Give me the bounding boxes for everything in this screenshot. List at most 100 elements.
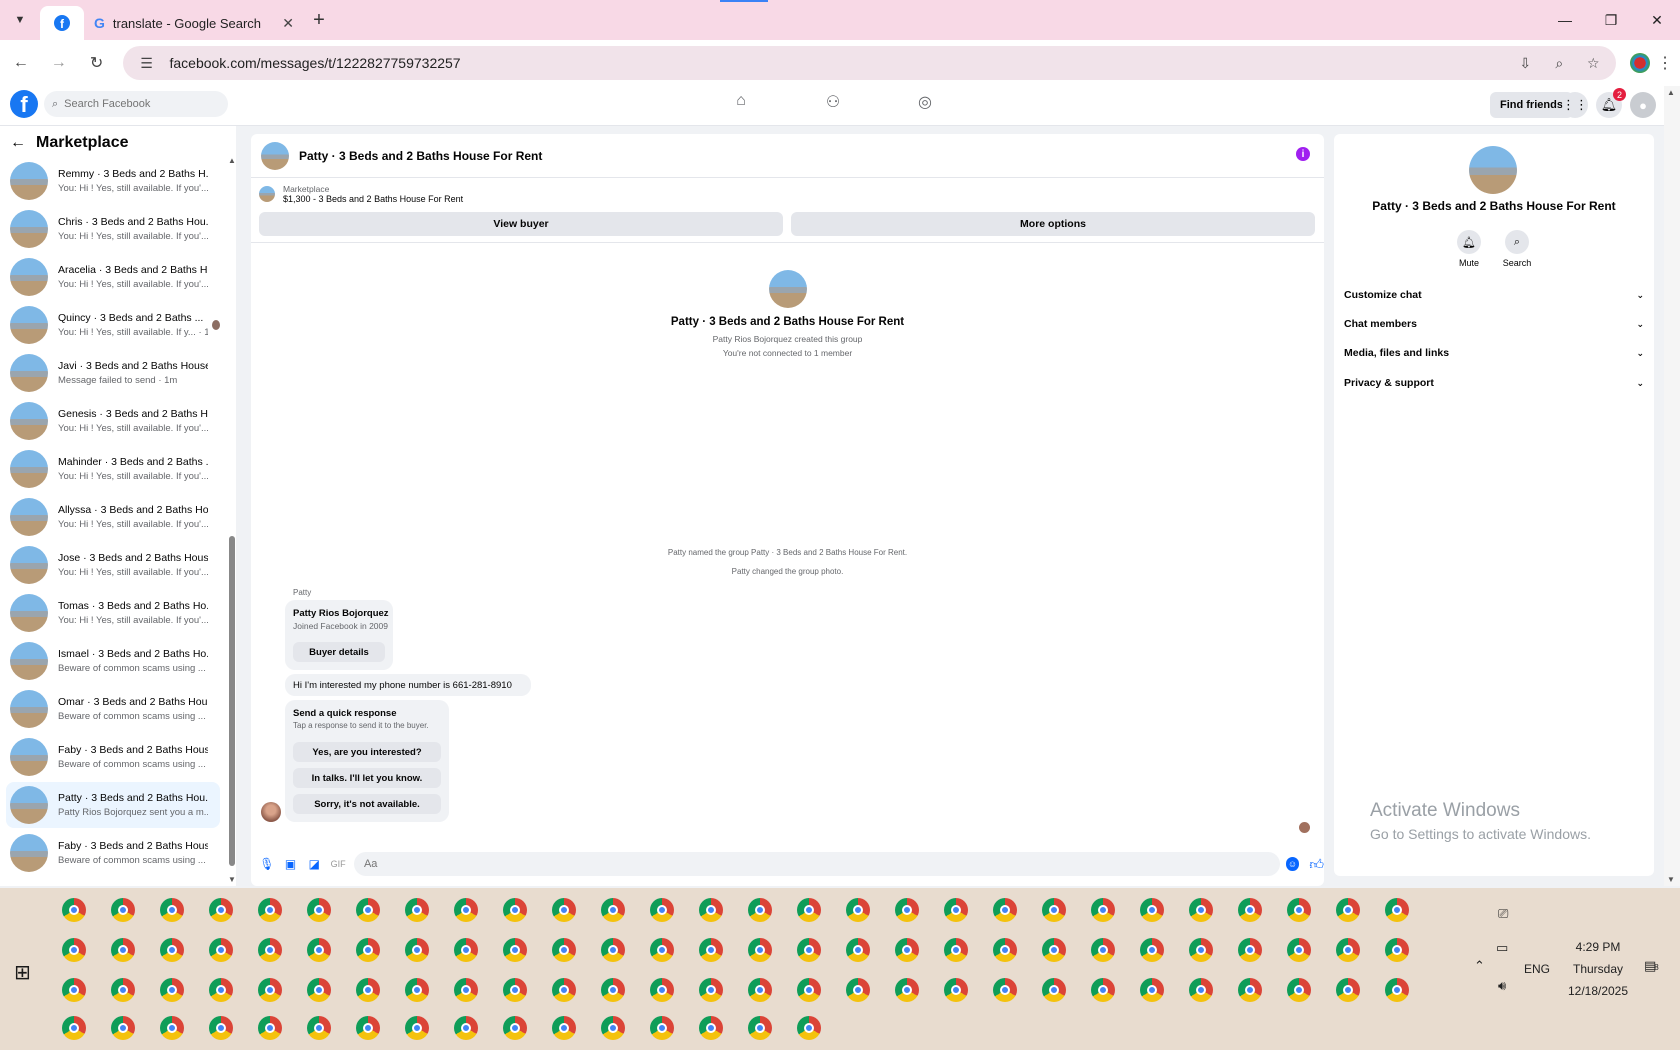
chrome-taskbar-icon[interactable] [1189, 978, 1213, 1002]
conversation-item[interactable]: Ismael · 3 Beds and 2 Baths Ho... Beware … [6, 638, 220, 684]
sticker-icon[interactable]: ◪ [302, 857, 326, 871]
chrome-taskbar-icon[interactable] [699, 1016, 723, 1040]
chrome-taskbar-icon[interactable] [1336, 978, 1360, 1002]
chrome-taskbar-icon[interactable] [1189, 938, 1213, 962]
chat-members-row[interactable]: Chat members ⌄ [1344, 313, 1644, 335]
chrome-taskbar-icon[interactable] [895, 938, 919, 962]
bookmark-star-icon[interactable]: ☆ [1582, 55, 1604, 72]
scroll-up-icon[interactable]: ▲ [228, 156, 236, 165]
conversation-item[interactable]: Chris · 3 Beds and 2 Baths Hou... You: Hi… [6, 206, 220, 252]
chrome-taskbar-icon[interactable] [601, 1016, 625, 1040]
chrome-taskbar-icon[interactable] [993, 978, 1017, 1002]
chrome-taskbar-icon[interactable] [454, 938, 478, 962]
facebook-logo[interactable]: f [10, 90, 38, 118]
conversation-item[interactable]: Faby · 3 Beds and 2 Baths Hous... Beware … [6, 734, 220, 780]
home-icon[interactable]: ⌂ [725, 92, 757, 112]
chrome-taskbar-icon[interactable] [650, 898, 674, 922]
scroll-down-icon[interactable]: ▼ [228, 875, 236, 884]
conversation-item[interactable]: Quincy · 3 Beds and 2 Baths ... You: Hi !… [6, 302, 220, 348]
notifications-center-icon[interactable]: ▤8 [1644, 958, 1659, 974]
chrome-taskbar-icon[interactable] [748, 1016, 772, 1040]
media-files-row[interactable]: Media, files and links ⌄ [1344, 342, 1644, 364]
conversation-item[interactable]: Tomas · 3 Beds and 2 Baths Ho... You: Hi … [6, 590, 220, 636]
chrome-taskbar-icon[interactable] [405, 1016, 429, 1040]
search-action[interactable]: ⌕ Search [1495, 230, 1539, 268]
chrome-taskbar-icon[interactable] [1385, 938, 1409, 962]
gif-icon[interactable]: GIF [326, 859, 350, 869]
profile-avatar[interactable] [1630, 53, 1651, 73]
chrome-taskbar-icon[interactable] [552, 938, 576, 962]
chrome-taskbar-icon[interactable] [1091, 938, 1115, 962]
chrome-taskbar-icon[interactable] [1140, 978, 1164, 1002]
chrome-taskbar-icon[interactable] [356, 1016, 380, 1040]
buyer-details-button[interactable]: Buyer details [293, 642, 385, 662]
chrome-taskbar-icon[interactable] [895, 898, 919, 922]
chrome-taskbar-icon[interactable] [895, 978, 919, 1002]
chrome-taskbar-icon[interactable] [650, 938, 674, 962]
minimize-icon[interactable]: — [1542, 0, 1588, 40]
chrome-taskbar-icon[interactable] [503, 1016, 527, 1040]
chrome-taskbar-icon[interactable] [209, 1016, 233, 1040]
more-options-button[interactable]: More options [791, 212, 1315, 236]
chrome-taskbar-icon[interactable] [944, 978, 968, 1002]
clock-time[interactable]: 4:29 PM [1568, 940, 1628, 954]
chrome-taskbar-icon[interactable] [1238, 938, 1262, 962]
close-window-icon[interactable]: ✕ [1634, 0, 1680, 40]
chrome-taskbar-icon[interactable] [307, 1016, 331, 1040]
chrome-taskbar-icon[interactable] [1091, 978, 1115, 1002]
scroll-up-icon[interactable]: ▲ [1667, 88, 1675, 97]
scroll-thumb[interactable] [229, 536, 235, 866]
chrome-taskbar-icon[interactable] [650, 1016, 674, 1040]
chrome-taskbar-icon[interactable] [454, 978, 478, 1002]
chrome-taskbar-icon[interactable] [1287, 938, 1311, 962]
sidebar-scrollbar[interactable]: ▲ ▼ [228, 156, 236, 884]
chrome-taskbar-icon[interactable] [1385, 898, 1409, 922]
facebook-search-input[interactable] [64, 98, 215, 110]
chrome-taskbar-icon[interactable] [846, 898, 870, 922]
chrome-taskbar-icon[interactable] [993, 938, 1017, 962]
chrome-taskbar-icon[interactable] [1091, 898, 1115, 922]
chrome-taskbar-icon[interactable] [650, 978, 674, 1002]
customize-chat-row[interactable]: Customize chat ⌄ [1344, 284, 1644, 306]
chrome-taskbar-icon[interactable] [748, 978, 772, 1002]
chrome-taskbar-icon[interactable] [601, 938, 625, 962]
chrome-taskbar-icon[interactable] [1042, 898, 1066, 922]
chat-title[interactable]: Patty · 3 Beds and 2 Baths House For Ren… [299, 149, 542, 163]
install-app-icon[interactable]: ⇩ [1514, 55, 1536, 72]
camera-icon[interactable]: ⎚ [1498, 906, 1508, 922]
chrome-taskbar-icon[interactable] [1287, 978, 1311, 1002]
chrome-taskbar-icon[interactable] [797, 938, 821, 962]
close-tab-icon[interactable]: ✕ [282, 15, 294, 32]
chrome-taskbar-icon[interactable] [356, 978, 380, 1002]
emoji-icon[interactable]: ☺ [1285, 857, 1300, 871]
menu-grid-icon[interactable]: ⋮⋮ [1562, 92, 1588, 118]
chrome-taskbar-icon[interactable] [209, 938, 233, 962]
chrome-taskbar-icon[interactable] [160, 898, 184, 922]
chrome-taskbar-icon[interactable] [209, 898, 233, 922]
chrome-taskbar-icon[interactable] [258, 1016, 282, 1040]
language-indicator[interactable]: ENG [1524, 962, 1550, 976]
forward-button[interactable]: → [42, 46, 76, 80]
chrome-taskbar-icon[interactable] [1140, 938, 1164, 962]
chrome-taskbar-icon[interactable] [1336, 898, 1360, 922]
chrome-taskbar-icon[interactable] [160, 978, 184, 1002]
chrome-taskbar-icon[interactable] [307, 938, 331, 962]
chrome-taskbar-icon[interactable] [1238, 978, 1262, 1002]
url-text[interactable]: facebook.com/messages/t/1222827759732257 [169, 55, 1502, 71]
conversation-item[interactable]: Remmy · 3 Beds and 2 Baths H... You: Hi !… [6, 158, 220, 204]
quick-response-talks[interactable]: In talks. I'll let you know. [293, 768, 441, 788]
tab-google-search[interactable]: G translate - Google Search ✕ [84, 6, 304, 40]
chrome-taskbar-icon[interactable] [1042, 978, 1066, 1002]
chrome-taskbar-icon[interactable] [944, 938, 968, 962]
conversation-item[interactable]: Genesis · 3 Beds and 2 Baths H... You: Hi… [6, 398, 220, 444]
chrome-taskbar-icon[interactable] [454, 898, 478, 922]
conversation-item[interactable]: Javi · 3 Beds and 2 Baths House... Messag… [6, 350, 220, 396]
chrome-taskbar-icon[interactable] [993, 898, 1017, 922]
chrome-taskbar-icon[interactable] [1042, 938, 1066, 962]
facebook-search[interactable]: ⌕ [44, 91, 228, 117]
network-icon[interactable]: ▭ [1496, 940, 1508, 956]
chrome-taskbar-icon[interactable] [258, 898, 282, 922]
chrome-taskbar-icon[interactable] [356, 938, 380, 962]
conversation-item[interactable]: Omar · 3 Beds and 2 Baths Hou... Beware o… [6, 686, 220, 732]
chrome-taskbar-icon[interactable] [111, 978, 135, 1002]
